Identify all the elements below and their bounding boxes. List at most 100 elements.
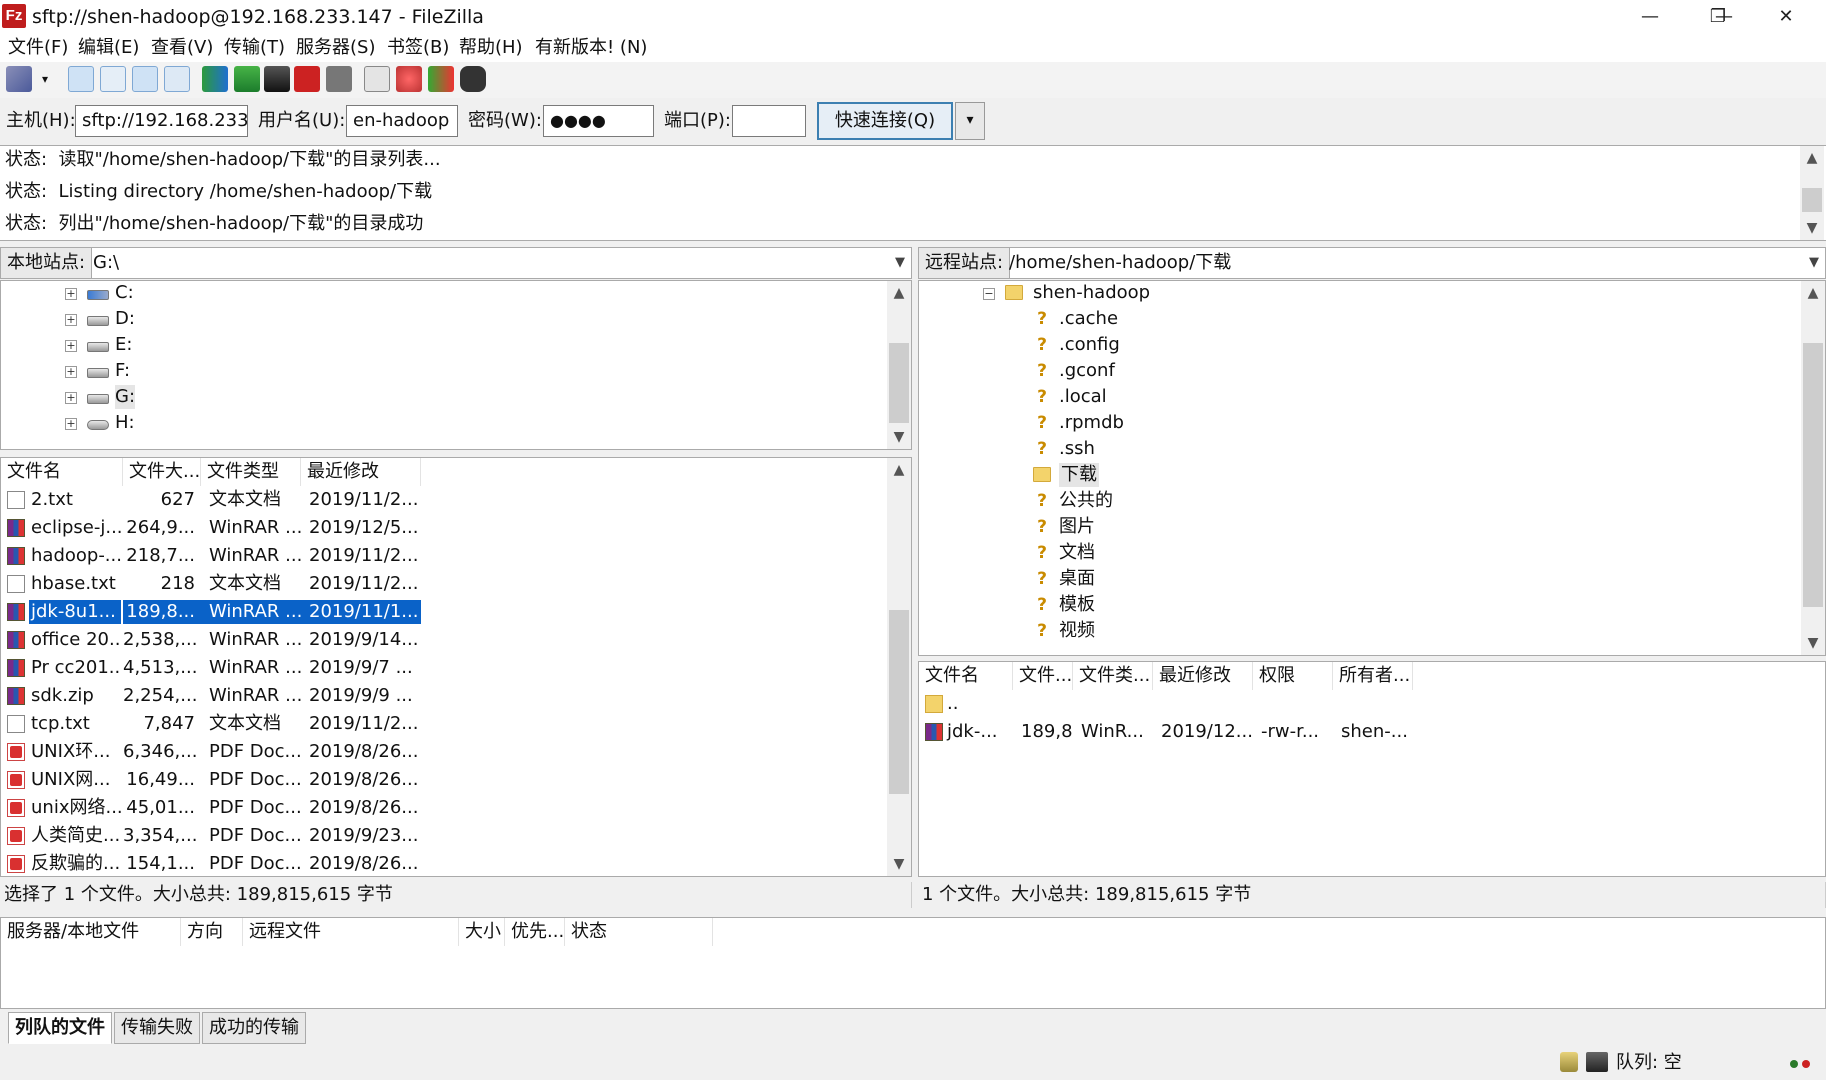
local-file-row[interactable]: 反欺骗的... 154,1... PDF Doc... 2019/8/26... <box>1 852 421 876</box>
toggle-remote-tree-icon[interactable] <box>132 66 158 92</box>
quickconnect-dropdown-button[interactable]: ▾ <box>955 102 985 140</box>
local-file-row[interactable]: sdk.zip 2,254,... WinRAR ... 2019/9/9 ... <box>1 684 421 708</box>
port-input[interactable] <box>732 105 806 137</box>
tab-successful-transfers[interactable]: 成功的传输 <box>202 1012 306 1044</box>
queue-col-size[interactable]: 大小 <box>459 918 505 946</box>
expand-icon[interactable]: + <box>65 366 77 378</box>
menu-server[interactable]: 服务器(S) <box>296 36 375 60</box>
disconnect-icon[interactable] <box>294 66 320 92</box>
menu-view[interactable]: 查看(V) <box>151 36 213 60</box>
local-file-row[interactable]: unix网络... 45,01... PDF Doc... 2019/8/26... <box>1 796 421 820</box>
toggle-queue-icon[interactable] <box>164 66 190 92</box>
local-file-row[interactable]: jdk-8u1... 189,8... WinRAR ... 2019/11/1... <box>1 600 421 624</box>
local-file-row[interactable]: hbase.txt 218 文本文档 2019/11/2... <box>1 572 421 596</box>
menu-edit[interactable]: 编辑(E) <box>78 36 139 60</box>
tab-failed-transfers[interactable]: 传输失败 <box>114 1012 200 1044</box>
host-input[interactable]: sftp://192.168.233. <box>75 105 248 137</box>
column-header-type[interactable]: 文件类型 <box>201 458 301 486</box>
menu-new-version[interactable]: 有新版本! (N) <box>535 36 647 60</box>
scroll-up-icon[interactable]: ▲ <box>1801 281 1825 305</box>
toggle-log-icon[interactable] <box>68 66 94 92</box>
filter-icon[interactable] <box>428 66 454 92</box>
remote-file-row[interactable]: .. <box>919 692 1413 716</box>
queue-col-priority[interactable]: 优先... <box>505 918 565 946</box>
column-header-name[interactable]: 文件名 <box>919 662 1013 690</box>
remote-tree-scrollbar[interactable]: ▲ ▼ <box>1801 281 1825 655</box>
local-site-path[interactable]: G:\ <box>93 248 119 278</box>
compare-icon[interactable] <box>364 66 390 92</box>
menu-file[interactable]: 文件(F) <box>8 36 68 60</box>
queue-col-remote[interactable]: 远程文件 <box>243 918 459 946</box>
column-header-type[interactable]: 文件类... <box>1073 662 1153 690</box>
scroll-up-icon[interactable]: ▲ <box>887 281 911 305</box>
sync-browse-icon[interactable] <box>396 66 422 92</box>
scroll-thumb[interactable] <box>1802 188 1822 212</box>
dropdown-arrow-icon[interactable]: ▾ <box>38 66 52 92</box>
column-header-size[interactable]: 文件大... <box>123 458 201 486</box>
toggle-local-tree-icon[interactable] <box>100 66 126 92</box>
reconnect-icon[interactable] <box>326 66 352 92</box>
column-header-modified[interactable]: 最近修改 <box>301 458 421 486</box>
local-list-scrollbar[interactable]: ▲ ▼ <box>887 458 911 876</box>
refresh-icon[interactable] <box>202 66 228 92</box>
column-header-modified[interactable]: 最近修改 <box>1153 662 1253 690</box>
scroll-down-icon[interactable]: ▼ <box>887 852 911 876</box>
menu-bookmarks[interactable]: 书签(B) <box>387 36 449 60</box>
local-file-row[interactable]: Pr cc201... 4,513,... WinRAR ... 2019/9/7 .… <box>1 656 421 680</box>
menu-help[interactable]: 帮助(H) <box>459 36 523 60</box>
quickconnect-button[interactable]: 快速连接(Q) <box>817 102 953 140</box>
cancel-icon[interactable] <box>264 66 290 92</box>
local-tree-scrollbar[interactable]: ▲ ▼ <box>887 281 911 449</box>
remote-file-row[interactable]: jdk-... 189,8... WinR... 2019/12... -rw-r...… <box>919 720 1413 744</box>
local-file-row[interactable]: office 20... 2,538,... WinRAR ... 2019/9/14… <box>1 628 421 652</box>
process-queue-icon[interactable] <box>234 66 260 92</box>
local-file-row[interactable]: 2.txt 627 文本文档 2019/11/2... <box>1 488 421 512</box>
log-scrollbar[interactable]: ▲ ▼ <box>1800 146 1824 240</box>
local-file-row[interactable]: tcp.txt 7,847 文本文档 2019/11/2... <box>1 712 421 736</box>
local-file-row[interactable]: 人类简史... 3,354,... PDF Doc... 2019/9/23... <box>1 824 421 848</box>
expand-icon[interactable]: + <box>65 418 77 430</box>
password-input[interactable]: ●●●● <box>543 105 654 137</box>
column-header-owner[interactable]: 所有者... <box>1333 662 1413 690</box>
scroll-down-icon[interactable]: ▼ <box>1801 631 1825 655</box>
close-button[interactable]: ✕ <box>1752 0 1820 34</box>
drive-icon <box>87 290 109 300</box>
username-input[interactable]: en-hadoop <box>346 105 458 137</box>
column-header-name[interactable]: 文件名 <box>1 458 123 486</box>
scroll-down-icon[interactable]: ▼ <box>1800 216 1824 240</box>
local-file-row[interactable]: eclipse-j... 264,9... WinRAR ... 2019/12/5.… <box>1 516 421 540</box>
chevron-down-icon[interactable]: ▼ <box>1809 248 1819 278</box>
expand-icon[interactable]: + <box>65 288 77 300</box>
tab-queued-files[interactable]: 列队的文件 <box>8 1012 112 1044</box>
restore-button[interactable]: ❐ <box>1684 0 1752 34</box>
cell-name: sdk.zip <box>31 685 94 706</box>
remote-site-path[interactable]: /home/shen-hadoop/下载 <box>1009 248 1231 278</box>
column-header-permissions[interactable]: 权限 <box>1253 662 1333 690</box>
menu-transfer[interactable]: 传输(T) <box>224 36 285 60</box>
column-header-size[interactable]: 文件... <box>1013 662 1073 690</box>
unknown-folder-icon: ? <box>1037 439 1047 459</box>
minimize-button-glyph[interactable]: — <box>1616 0 1684 34</box>
scroll-up-icon[interactable]: ▲ <box>887 458 911 482</box>
scroll-thumb[interactable] <box>889 610 909 794</box>
queue-col-direction[interactable]: 方向 <box>181 918 243 946</box>
scroll-down-icon[interactable]: ▼ <box>887 425 911 449</box>
chevron-down-icon[interactable]: ▼ <box>895 248 905 278</box>
expand-icon[interactable]: + <box>65 392 77 404</box>
expand-icon[interactable]: + <box>65 314 77 326</box>
speed-limit-icon[interactable] <box>1586 1052 1608 1072</box>
scroll-thumb[interactable] <box>889 343 909 423</box>
local-file-row[interactable]: hadoop-... 218,7... WinRAR ... 2019/11/2... <box>1 544 421 568</box>
queue-col-local[interactable]: 服务器/本地文件 <box>1 918 181 946</box>
expand-icon[interactable]: + <box>65 340 77 352</box>
local-file-row[interactable]: UNIX网... 16,49... PDF Doc... 2019/8/26... <box>1 768 421 792</box>
find-files-icon[interactable] <box>460 66 486 92</box>
cell-type: WinR... <box>1081 721 1144 742</box>
queue-col-status[interactable]: 状态 <box>565 918 713 946</box>
scroll-thumb[interactable] <box>1803 343 1823 607</box>
local-file-row[interactable]: UNIX环... 6,346,... PDF Doc... 2019/8/26... <box>1 740 421 764</box>
lock-icon <box>1560 1052 1578 1072</box>
collapse-icon[interactable]: − <box>983 288 995 300</box>
scroll-up-icon[interactable]: ▲ <box>1800 146 1824 170</box>
site-manager-icon[interactable] <box>6 66 32 92</box>
